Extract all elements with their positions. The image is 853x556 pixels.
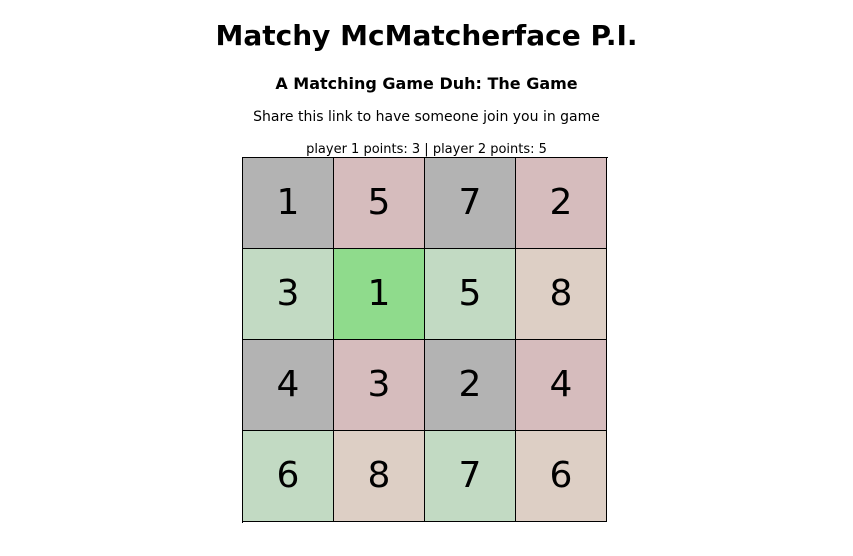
tile-value: 7 [458, 182, 482, 223]
board-tile[interactable]: 5 [334, 158, 425, 249]
tile-value: 5 [367, 182, 391, 223]
tile-value: 2 [458, 364, 482, 405]
board-tile[interactable]: 4 [516, 340, 607, 431]
tile-value: 7 [458, 455, 482, 496]
board-tile[interactable]: 7 [425, 158, 516, 249]
game-board: 1 5 7 2 3 1 5 8 4 3 2 4 6 8 7 6 [242, 157, 608, 523]
page-title: Matchy McMatcherface P.I. [215, 19, 638, 52]
tile-value: 3 [276, 273, 300, 314]
board-tile[interactable]: 8 [334, 431, 425, 522]
board-tile[interactable]: 3 [243, 249, 334, 340]
tile-value: 6 [276, 455, 300, 496]
board-tile[interactable]: 6 [516, 431, 607, 522]
tile-value: 8 [367, 455, 391, 496]
tile-value: 5 [458, 273, 482, 314]
board-tile[interactable]: 4 [243, 340, 334, 431]
tile-value: 4 [549, 364, 573, 405]
board-tile[interactable]: 5 [425, 249, 516, 340]
tile-value: 8 [549, 273, 573, 314]
page-subtitle: A Matching Game Duh: The Game [275, 74, 578, 93]
board-tile[interactable]: 2 [516, 158, 607, 249]
board-tile[interactable]: 2 [425, 340, 516, 431]
share-link-text[interactable]: Share this link to have someone join you… [0, 108, 853, 126]
board-tile[interactable]: 8 [516, 249, 607, 340]
board-tile[interactable]: 6 [243, 431, 334, 522]
game-page: Matchy McMatcherface P.I. A Matching Gam… [0, 0, 853, 556]
tile-value: 2 [549, 182, 573, 223]
tile-value: 6 [549, 455, 573, 496]
board-tile[interactable]: 3 [334, 340, 425, 431]
board-tile[interactable]: 7 [425, 431, 516, 522]
board-tile-selected[interactable]: 1 [334, 249, 425, 340]
tile-value: 1 [276, 182, 300, 223]
tile-value: 4 [276, 364, 300, 405]
tile-value: 1 [367, 273, 391, 314]
tile-value: 3 [367, 364, 391, 405]
board-tile[interactable]: 1 [243, 158, 334, 249]
